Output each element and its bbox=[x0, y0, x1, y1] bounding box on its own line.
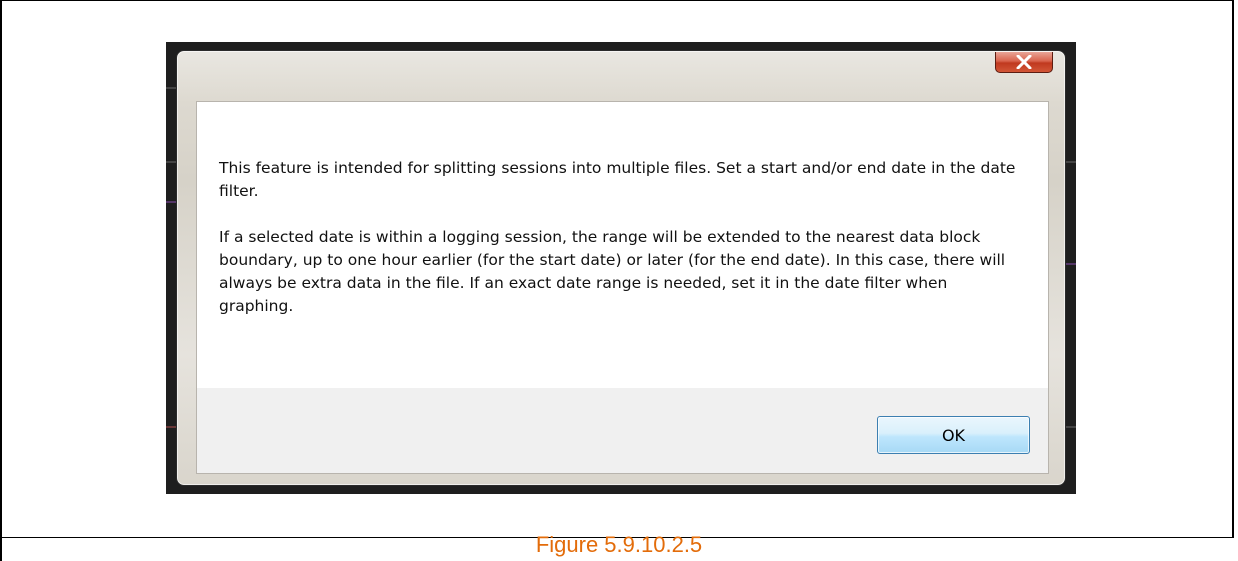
dialog-message: This feature is intended for splitting s… bbox=[219, 157, 1019, 341]
ok-button[interactable]: OK bbox=[877, 416, 1030, 454]
dialog-footer: OK bbox=[197, 388, 1048, 473]
dialog-content: This feature is intended for splitting s… bbox=[196, 101, 1049, 474]
dialog-screenshot: This feature is intended for splitting s… bbox=[166, 42, 1076, 494]
figure-caption: Figure 5.9.10.2.5 bbox=[535, 532, 703, 557]
close-icon bbox=[1016, 55, 1032, 69]
message-paragraph-2: If a selected date is within a logging s… bbox=[219, 228, 1006, 315]
message-paragraph-1: This feature is intended for splitting s… bbox=[219, 159, 1016, 200]
close-button[interactable] bbox=[995, 52, 1053, 73]
message-dialog: This feature is intended for splitting s… bbox=[176, 50, 1066, 486]
